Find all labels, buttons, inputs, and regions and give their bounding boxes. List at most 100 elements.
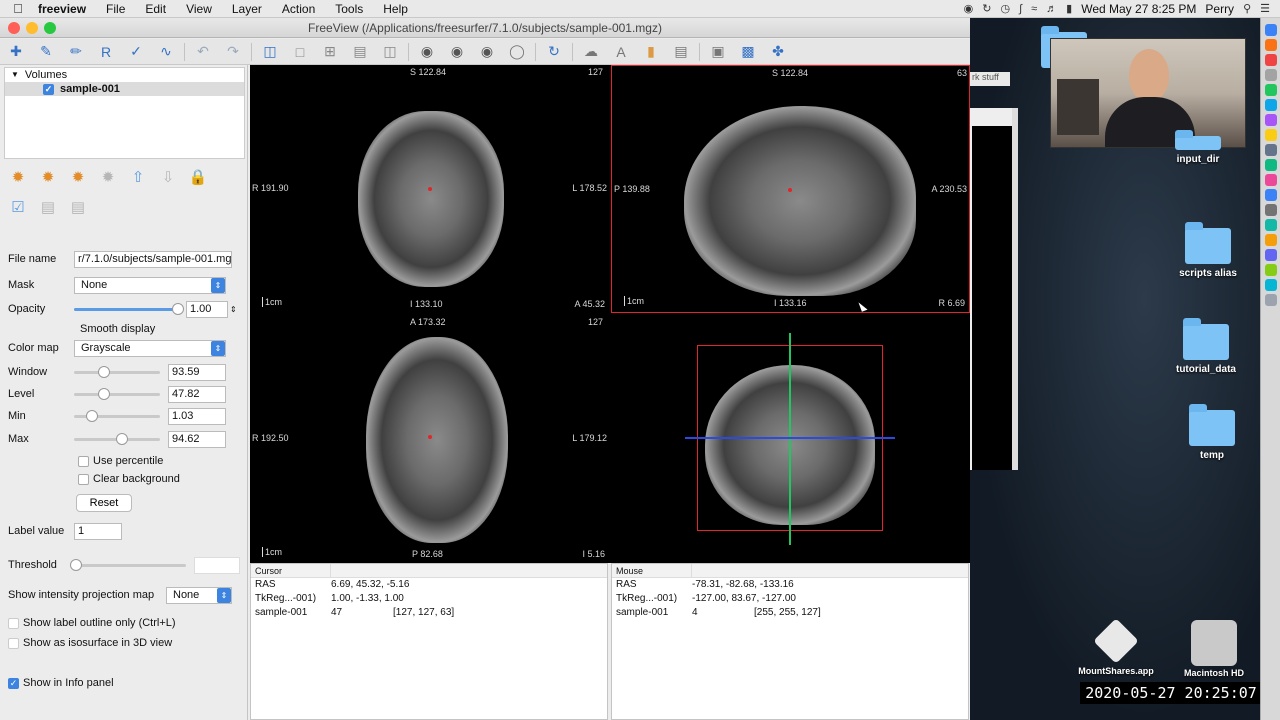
folder-scripts-alias[interactable]: scripts alias <box>1166 222 1250 279</box>
threshold-field[interactable] <box>194 556 240 574</box>
close-volume-icon[interactable]: ✹ <box>68 167 88 187</box>
min-knob[interactable] <box>86 410 98 422</box>
menu-layer[interactable]: Layer <box>222 2 272 16</box>
dock-app-icon[interactable] <box>1264 264 1277 276</box>
dock-app-icon[interactable] <box>1264 129 1277 141</box>
app-mountshares[interactable]: MountShares.app <box>1068 618 1164 676</box>
table-row[interactable]: RAS -78.31, -82.68, -133.16 <box>612 578 968 592</box>
dock-firefox-icon[interactable] <box>1264 39 1277 51</box>
menu-file[interactable]: File <box>96 2 135 16</box>
layout-2x2-icon[interactable]: ⊞ <box>318 41 342 63</box>
window-knob[interactable] <box>98 366 110 378</box>
folder-tutorial-data[interactable]: tutorial_data <box>1164 318 1248 375</box>
coronal-view-icon[interactable]: ◉ <box>445 41 469 63</box>
min-slider[interactable] <box>74 409 160 423</box>
redo-icon[interactable]: ↷ <box>221 41 245 63</box>
menu-app-freeview[interactable]: freeview <box>28 2 96 16</box>
roi-edit-icon[interactable]: R <box>94 41 118 63</box>
folder-temp[interactable]: temp <box>1170 404 1254 461</box>
opacity-knob[interactable] <box>172 303 184 315</box>
menu-help[interactable]: Help <box>373 2 418 16</box>
dock-app-icon[interactable] <box>1264 159 1277 171</box>
move-down-icon[interactable]: ⇩ <box>158 167 178 187</box>
colormap-select[interactable]: Grayscale ⇕ <box>74 339 226 357</box>
background-window[interactable] <box>970 108 1018 470</box>
notification-center-icon[interactable]: ☰ <box>1260 2 1270 15</box>
dock-app-icon[interactable] <box>1264 204 1277 216</box>
dock-app-icon[interactable] <box>1264 249 1277 261</box>
show-info-panel-checkbox[interactable]: ✓ <box>8 677 19 689</box>
colorbar-icon[interactable]: ▮ <box>639 41 663 63</box>
dock-app-icon[interactable] <box>1264 84 1277 96</box>
coronal-view[interactable]: S 122.84 127 R 191.90 L 178.52 I 133.10 … <box>250 65 609 313</box>
opacity-slider[interactable] <box>74 302 184 316</box>
menu-tools[interactable]: Tools <box>325 2 373 16</box>
expand-triangle-icon[interactable]: ▼ <box>11 68 19 82</box>
sagittal-view[interactable]: S 122.84 63 P 139.88 A 230.53 I 133.16 R… <box>611 65 970 313</box>
window-field[interactable]: 93.59 <box>168 363 226 381</box>
max-field[interactable]: 94.62 <box>168 430 226 448</box>
menu-user[interactable]: Perry <box>1205 2 1234 16</box>
bluetooth-icon[interactable]: ∫ <box>1019 3 1022 15</box>
paste-setting-icon[interactable]: ▤ <box>68 197 88 217</box>
show-all-icon[interactable]: ☑ <box>8 197 28 217</box>
max-knob[interactable] <box>116 433 128 445</box>
3d-view[interactable] <box>611 315 970 563</box>
volume-icon[interactable]: ♬ <box>1046 3 1057 15</box>
zoom-window-button[interactable] <box>44 22 56 34</box>
text-annotation-icon[interactable]: A <box>609 41 633 63</box>
table-row[interactable]: TkReg...-001) 1.00, -1.33, 1.00 <box>251 592 607 606</box>
menu-view[interactable]: View <box>176 2 222 16</box>
copy-setting-icon[interactable]: ▤ <box>38 197 58 217</box>
navigate-tool-icon[interactable]: ✚ <box>4 41 28 63</box>
mask-select[interactable]: None ⇕ <box>74 276 226 294</box>
save-icon[interactable]: ▩ <box>736 41 760 63</box>
minimize-window-button[interactable] <box>26 22 38 34</box>
reset-button[interactable]: Reset <box>76 494 132 512</box>
wifi-icon[interactable]: ≈ <box>1031 3 1037 15</box>
file-name-field[interactable]: r/7.1.0/subjects/sample-001.mgz <box>74 250 232 268</box>
label-outline-checkbox[interactable] <box>8 617 19 629</box>
voxel-edit-icon[interactable]: ✎ <box>34 41 58 63</box>
coordinate-icon[interactable]: ▤ <box>669 41 693 63</box>
sagittal-view-icon[interactable]: ◉ <box>415 41 439 63</box>
spin-arrows-icon[interactable]: ⇕ <box>230 305 237 314</box>
menu-clock[interactable]: Wed May 27 8:25 PM <box>1081 2 1196 16</box>
isosurface-checkbox[interactable] <box>8 637 19 649</box>
disk-macintosh-hd[interactable]: Macintosh HD <box>1166 620 1262 678</box>
threshold-slider[interactable] <box>70 558 186 572</box>
menu-edit[interactable]: Edit <box>135 2 176 16</box>
layout-1-3-icon[interactable]: ▤ <box>348 41 372 63</box>
max-slider[interactable] <box>74 432 160 446</box>
undo-icon[interactable]: ↶ <box>191 41 215 63</box>
dock-app-icon[interactable] <box>1264 189 1277 201</box>
sync-icon[interactable]: ↻ <box>982 2 991 15</box>
table-row[interactable]: RAS 6.69, 45.32, -5.16 <box>251 578 607 592</box>
axial-view-icon[interactable]: ◉ <box>475 41 499 63</box>
intensity-projection-select[interactable]: None ⇕ <box>166 586 232 604</box>
dock-app-icon[interactable] <box>1264 114 1277 126</box>
table-row[interactable]: TkReg...-001) -127.00, 83.67, -127.00 <box>612 592 968 606</box>
dock-app-icon[interactable] <box>1264 99 1277 111</box>
save-volume-icon[interactable]: ✹ <box>98 167 118 187</box>
time-machine-icon[interactable]: ◷ <box>1000 2 1010 15</box>
level-field[interactable]: 47.82 <box>168 385 226 403</box>
threshold-knob[interactable] <box>70 559 82 571</box>
dock-app-icon[interactable] <box>1264 174 1277 186</box>
level-slider[interactable] <box>74 387 160 401</box>
dock-app-icon[interactable] <box>1264 219 1277 231</box>
move-up-icon[interactable]: ⇧ <box>128 167 148 187</box>
dock-app-icon[interactable] <box>1264 69 1277 81</box>
axial-view[interactable]: A 173.32 127 R 192.50 L 179.12 P 82.68 I… <box>250 315 609 563</box>
recon-edit-icon[interactable]: ✏ <box>64 41 88 63</box>
dock-app-icon[interactable] <box>1264 144 1277 156</box>
load-volume-icon[interactable]: ✹ <box>8 167 28 187</box>
toggle-panel-icon[interactable]: ◫ <box>258 41 282 63</box>
dock-app-icon[interactable] <box>1264 54 1277 66</box>
label-value-field[interactable]: 1 <box>74 522 122 540</box>
transform-icon[interactable]: ✤ <box>766 41 790 63</box>
window-slider[interactable] <box>74 365 160 379</box>
table-row[interactable]: sample-001 4 [255, 255, 127] <box>612 606 968 620</box>
close-window-button[interactable] <box>8 22 20 34</box>
tree-group-volumes[interactable]: ▼ Volumes <box>5 68 244 82</box>
